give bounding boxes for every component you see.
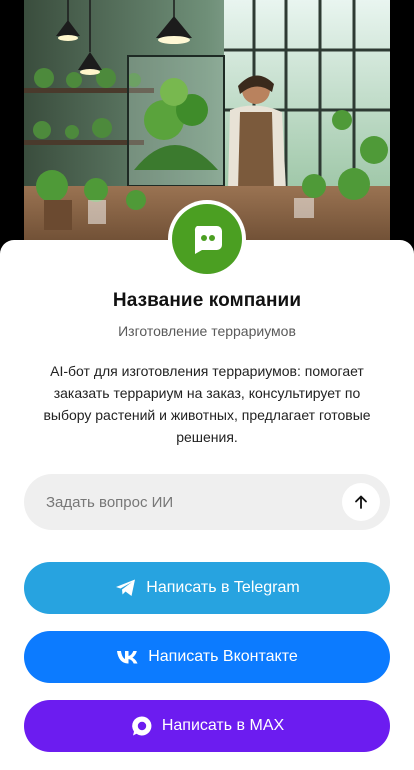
vk-button[interactable]: Написать Вконтакте [24,631,390,683]
vk-icon [116,645,140,669]
max-button-label: Написать в MAX [161,717,285,734]
max-button[interactable]: Написать в MAX [24,700,390,752]
company-name: Название компании [112,290,302,311]
arrow-up-icon [353,494,369,510]
chat-bot-icon [190,222,224,256]
telegram-button[interactable]: Написать в Telegram [24,562,390,614]
vk-button-label: Написать Вконтакте [148,648,298,665]
max-icon [130,714,154,738]
company-subtitle: Изготовление террариумов [118,323,296,339]
ask-ai-input[interactable] [46,474,326,530]
company-description: AI-бот для изготовления террариумов: пом… [43,363,371,445]
ask-ai-box [24,474,390,530]
company-avatar [168,200,246,278]
send-button[interactable] [342,483,380,521]
page: Название компании Изготовление террариум… [0,0,414,770]
telegram-icon [114,576,138,600]
avatar-circle [172,204,242,274]
telegram-button-label: Написать в Telegram [146,579,300,596]
